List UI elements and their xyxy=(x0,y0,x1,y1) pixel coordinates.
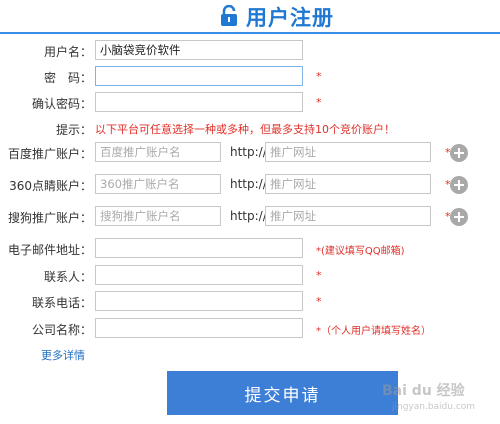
username-input[interactable] xyxy=(95,40,303,60)
password-label: 密 码： xyxy=(43,71,92,85)
password-row: 密 码： * xyxy=(0,66,500,88)
password-required: * xyxy=(316,70,322,83)
s360-row: 360点睛账户： http:// * xyxy=(0,174,500,196)
confirm-label: 确认密码： xyxy=(31,97,92,111)
add-baidu-icon[interactable] xyxy=(450,144,468,162)
sogou-row: 搜狗推广账户： http:// * xyxy=(0,206,500,228)
s360-label: 360点睛账户： xyxy=(9,179,92,193)
submit-button[interactable]: 提交申请 xyxy=(167,371,398,415)
company-row: 公司名称： *（个人用户请填写姓名） xyxy=(0,318,500,340)
username-label: 用户名： xyxy=(43,45,92,59)
email-row: 电子邮件地址： *(建议填写QQ邮箱) xyxy=(0,238,500,260)
lock-icon xyxy=(221,5,237,26)
baidu-url-input[interactable] xyxy=(265,142,431,162)
company-label: 公司名称： xyxy=(31,323,92,337)
add-s360-icon[interactable] xyxy=(450,176,468,194)
page-title: 用户注册 xyxy=(246,6,334,30)
sogou-url-input[interactable] xyxy=(265,206,431,226)
contact-row: 联系人： * xyxy=(0,265,500,287)
email-input[interactable] xyxy=(95,238,303,258)
password-input[interactable] xyxy=(95,66,303,86)
contact-required: * xyxy=(316,269,322,282)
confirm-required: * xyxy=(316,96,322,109)
email-hint: *(建议填写QQ邮箱) xyxy=(316,246,405,257)
add-sogou-icon[interactable] xyxy=(450,208,468,226)
confirm-row: 确认密码： * xyxy=(0,92,500,114)
contact-label: 联系人： xyxy=(43,270,92,284)
watermark-url: jingyan.baidu.com xyxy=(392,402,476,412)
tip-text: 以下平台可任意选择一种或多种，但最多支持10个竞价账户！ xyxy=(95,123,395,136)
tip-label: 提示： xyxy=(55,123,92,137)
page-header: 用户注册 xyxy=(0,0,500,34)
phone-required: * xyxy=(316,295,322,308)
baidu-label: 百度推广账户： xyxy=(7,147,92,161)
s360-http-prefix: http:// xyxy=(230,177,267,191)
sogou-http-prefix: http:// xyxy=(230,209,267,223)
username-row: 用户名： xyxy=(0,40,500,62)
baidu-http-prefix: http:// xyxy=(230,145,267,159)
phone-input[interactable] xyxy=(95,291,303,311)
baidu-account-input[interactable] xyxy=(95,142,221,162)
phone-label: 联系电话： xyxy=(31,296,92,310)
sogou-label: 搜狗推广账户： xyxy=(7,211,92,225)
company-hint: *（个人用户请填写姓名） xyxy=(316,326,431,337)
watermark-logo: Bai du 经验 xyxy=(382,383,465,399)
company-input[interactable] xyxy=(95,318,303,338)
confirm-password-input[interactable] xyxy=(95,92,303,112)
contact-input[interactable] xyxy=(95,265,303,285)
s360-account-input[interactable] xyxy=(95,174,221,194)
s360-url-input[interactable] xyxy=(265,174,431,194)
more-details-link[interactable]: 更多详情 xyxy=(41,347,85,363)
email-label: 电子邮件地址： xyxy=(7,243,92,257)
sogou-account-input[interactable] xyxy=(95,206,221,226)
baidu-row: 百度推广账户： http:// * xyxy=(0,142,500,164)
phone-row: 联系电话： * xyxy=(0,291,500,313)
tip-row: 提示： 以下平台可任意选择一种或多种，但最多支持10个竞价账户！ xyxy=(0,118,500,140)
